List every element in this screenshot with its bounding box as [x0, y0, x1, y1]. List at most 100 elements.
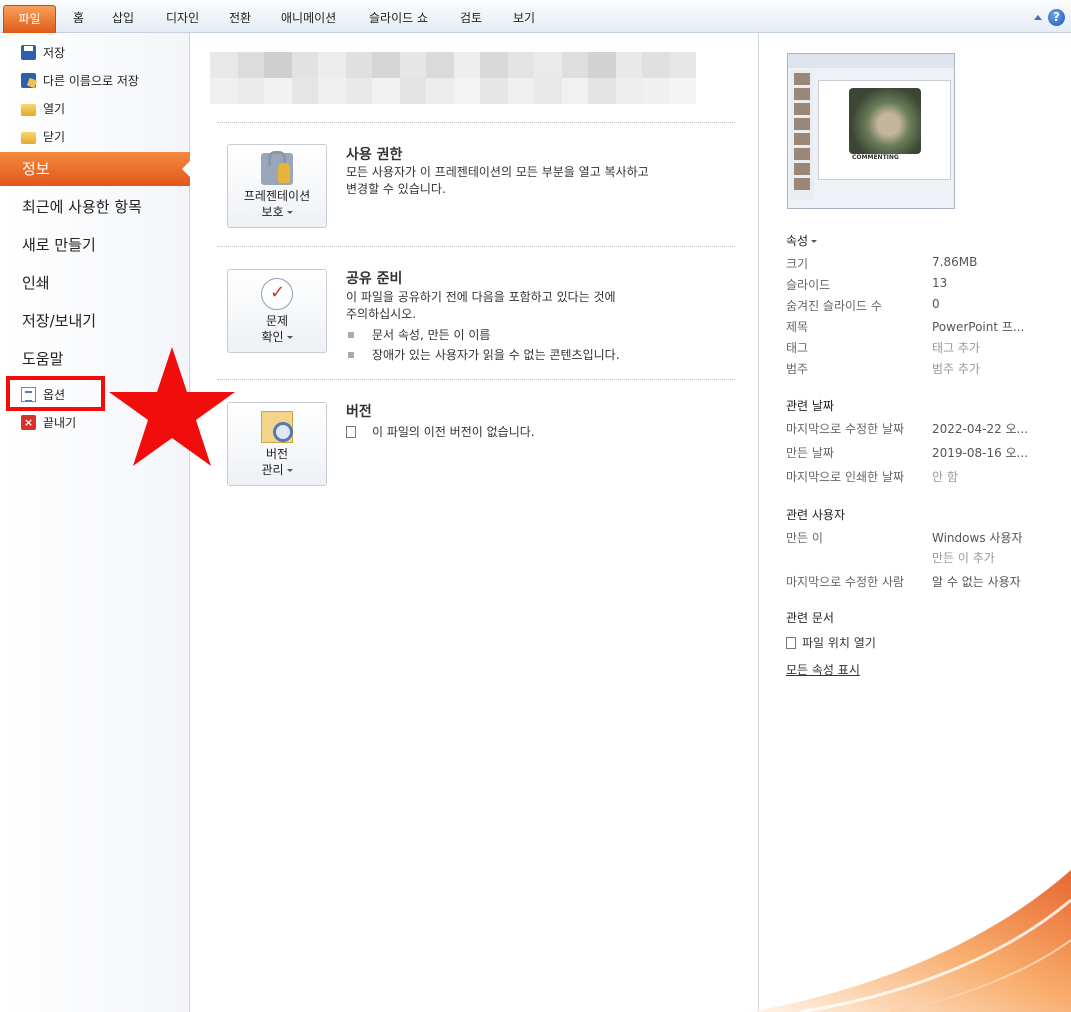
permissions-desc-1: 모든 사용자가 이 프레젠테이션의 모든 부분을 열고 복사하고: [346, 165, 649, 179]
prop-key-tags: 태그: [786, 341, 809, 355]
prepare-desc-2: 주의하십시오.: [346, 307, 417, 321]
minimize-ribbon-icon[interactable]: [1034, 15, 1042, 20]
manage-versions-button[interactable]: 버전 관리: [227, 402, 327, 486]
date-value-created: 2019-08-16 오...: [932, 446, 1029, 460]
options-highlight-box: [6, 376, 105, 411]
add-author-link[interactable]: 만든 이 추가: [932, 549, 995, 566]
save-as-icon: [21, 72, 36, 88]
prop-key-hidden: 숨겨진 슬라이드 수: [786, 299, 882, 313]
ribbon-tab-bar: 파일 홈 삽입 디자인 전환 애니메이션 슬라이드 쇼 검토 보기 ?: [0, 0, 1071, 33]
nav-save-as[interactable]: 다른 이름으로 저장: [0, 68, 139, 92]
properties-header[interactable]: 속성: [786, 232, 818, 249]
open-location-label: 파일 위치 열기: [802, 636, 876, 650]
nav-close-label: 닫기: [43, 129, 66, 144]
dropdown-arrow-icon: [286, 336, 293, 339]
prop-value-hidden: 0: [932, 297, 940, 311]
versions-desc: 이 파일의 이전 버전이 없습니다.: [346, 424, 535, 441]
people-header: 관련 사용자: [786, 508, 846, 522]
help-icon[interactable]: ?: [1048, 9, 1065, 26]
star-annotation-icon: [109, 347, 235, 466]
tab-insert[interactable]: 삽입: [112, 9, 134, 26]
tab-home[interactable]: 홈: [73, 9, 84, 26]
documents-header: 관련 문서: [786, 611, 834, 625]
date-value-modified: 2022-04-22 오...: [932, 422, 1029, 436]
nav-close[interactable]: 닫기: [0, 124, 65, 148]
nav-print[interactable]: 인쇄: [0, 266, 190, 300]
permissions-desc-2: 변경할 수 있습니다.: [346, 182, 446, 196]
tab-file[interactable]: 파일: [3, 5, 56, 33]
show-all-properties-link[interactable]: 모든 속성 표시: [786, 661, 860, 678]
prop-value-slides: 13: [932, 276, 948, 290]
check-label-1: 문제: [265, 314, 289, 328]
people-key-modified-by: 마지막으로 수정한 사람: [786, 575, 905, 589]
prepare-desc-1: 이 파일을 공유하기 전에 다음을 포함하고 있다는 것에: [346, 290, 616, 304]
prop-key-slides: 슬라이드: [786, 278, 831, 292]
open-file-location-link[interactable]: 파일 위치 열기: [786, 634, 876, 651]
slide-photo: [849, 88, 921, 154]
nav-open-label: 열기: [43, 101, 66, 116]
versions-title: 버전: [346, 404, 372, 420]
prop-value-tags[interactable]: 태그 추가: [932, 339, 980, 356]
prepare-title: 공유 준비: [346, 271, 403, 287]
people-key-author: 만든 이: [786, 531, 823, 545]
people-value-modified-by: 알 수 없는 사용자: [932, 575, 1021, 589]
save-icon: [21, 44, 36, 60]
date-key-modified: 마지막으로 수정한 날짜: [786, 422, 905, 436]
versions-icon: [261, 411, 293, 443]
section-divider: [217, 379, 735, 380]
office-swoosh-decoration: [750, 870, 1071, 1012]
tab-design[interactable]: 디자인: [166, 9, 199, 26]
permissions-title: 사용 권한: [346, 147, 403, 163]
dropdown-arrow-icon: [286, 211, 293, 214]
prop-value-categories[interactable]: 범주 추가: [932, 360, 980, 377]
exit-icon: ×: [21, 414, 36, 430]
prepare-bullet: 장애가 있는 사용자가 읽을 수 없는 콘텐츠입니다.: [348, 346, 620, 363]
nav-info[interactable]: 정보: [0, 152, 190, 186]
dates-header: 관련 날짜: [786, 399, 834, 413]
slide-caption: COMMENTING: [852, 154, 899, 161]
open-folder-icon: [21, 104, 36, 116]
nav-exit-label: 끝내기: [43, 415, 77, 430]
date-key-created: 만든 날짜: [786, 446, 834, 460]
tab-slideshow[interactable]: 슬라이드 쇼: [369, 9, 428, 26]
nav-new[interactable]: 새로 만들기: [0, 228, 190, 262]
prop-value-title[interactable]: PowerPoint 프...: [932, 318, 1024, 335]
tab-animations[interactable]: 애니메이션: [281, 9, 336, 26]
versions-label-1: 버전: [265, 447, 289, 461]
nav-recent[interactable]: 최근에 사용한 항목: [0, 190, 190, 224]
versions-label-2: 관리: [261, 463, 284, 477]
presentation-thumbnail[interactable]: COMMENTING: [787, 53, 955, 209]
nav-exit[interactable]: × 끝내기: [0, 410, 76, 434]
prop-key-size: 크기: [786, 257, 809, 271]
tab-view[interactable]: 보기: [513, 9, 535, 26]
dropdown-arrow-icon: [286, 469, 293, 472]
section-divider: [217, 122, 735, 123]
protect-label-2: 보호: [261, 205, 284, 219]
prop-value-size: 7.86MB: [932, 255, 978, 269]
lock-key-icon: [261, 151, 293, 185]
nav-save-send[interactable]: 저장/보내기: [0, 304, 190, 338]
prop-key-title: 제목: [786, 320, 809, 334]
prop-key-categories: 범주: [786, 362, 809, 376]
nav-save-label: 저장: [43, 45, 66, 60]
prepare-bullet: 문서 속성, 만든 이 이름: [348, 326, 490, 343]
check-issues-button[interactable]: 문제 확인: [227, 269, 327, 353]
section-divider: [217, 246, 735, 247]
protect-label-1: 프레젠테이션: [243, 189, 311, 203]
versions-desc-text: 이 파일의 이전 버전이 없습니다.: [372, 425, 535, 439]
dropdown-arrow-icon: [811, 240, 818, 243]
people-value-author[interactable]: Windows 사용자: [932, 529, 1023, 546]
document-icon: [346, 426, 356, 438]
nav-save[interactable]: 저장: [0, 40, 65, 64]
tab-transitions[interactable]: 전환: [229, 9, 251, 26]
check-document-icon: [261, 278, 293, 310]
date-value-printed: 안 함: [932, 470, 958, 484]
document-icon: [786, 637, 796, 649]
date-key-printed: 마지막으로 인쇄한 날짜: [786, 470, 905, 484]
tab-review[interactable]: 검토: [460, 9, 482, 26]
check-label-2: 확인: [261, 330, 284, 344]
nav-save-as-label: 다른 이름으로 저장: [43, 73, 139, 88]
nav-open[interactable]: 열기: [0, 96, 65, 120]
close-folder-icon: [21, 132, 36, 144]
protect-presentation-button[interactable]: 프레젠테이션 보호: [227, 144, 327, 228]
